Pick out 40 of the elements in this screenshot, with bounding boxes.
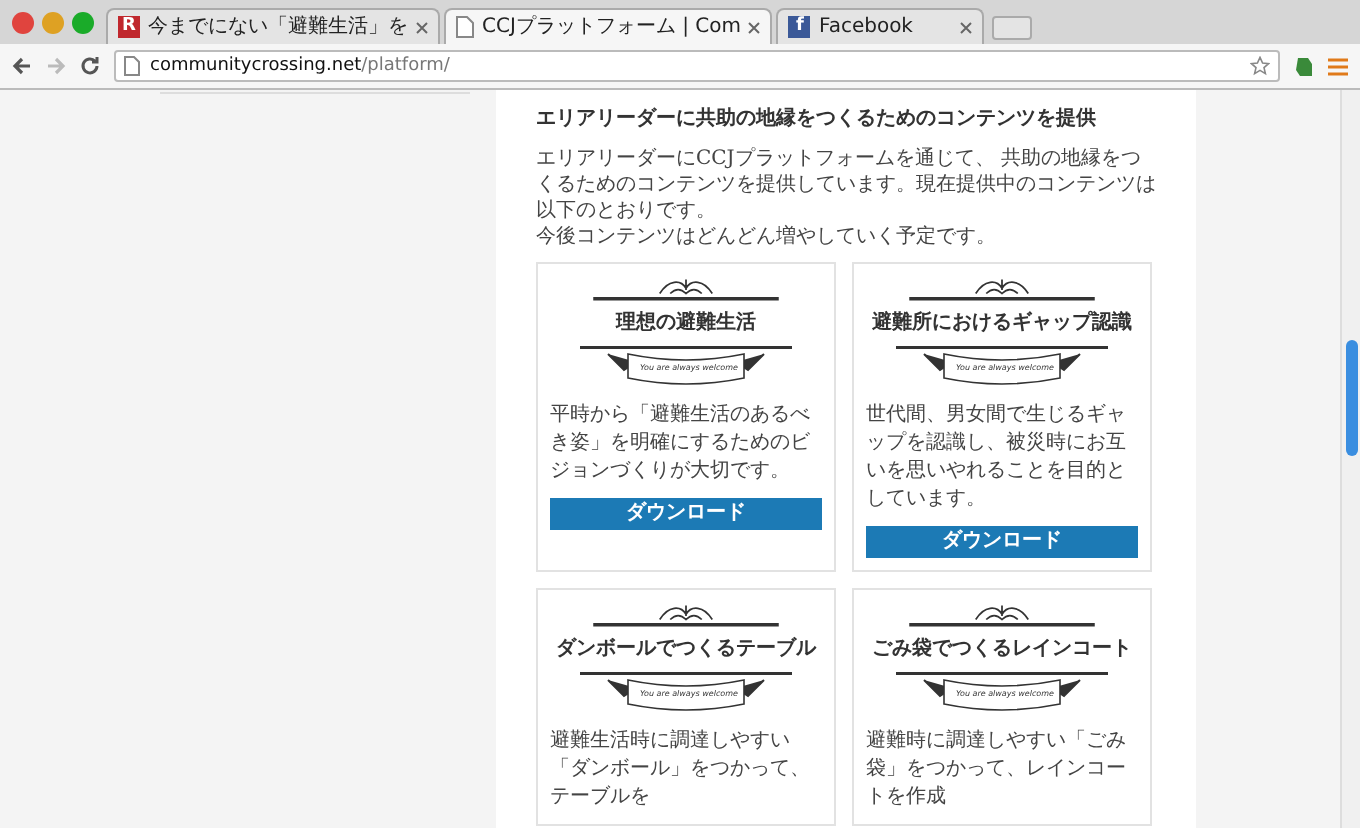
close-tab-icon[interactable]: [416, 21, 428, 33]
reload-icon[interactable]: [80, 56, 100, 76]
card-title: ごみ袋でつくるレインコート: [872, 635, 1132, 664]
page-icon: [124, 56, 140, 76]
card-title: 避難所におけるギャップ認識: [872, 308, 1132, 338]
intro-text: 今後コンテンツはどんどん増やしていく予定です。: [536, 224, 998, 250]
browser-tab[interactable]: R 今までにない「避難生活」を: [106, 8, 440, 44]
download-button[interactable]: ダウンロード: [866, 526, 1138, 558]
download-button[interactable]: ダウンロード: [550, 498, 822, 530]
site-favicon-icon: R: [118, 16, 140, 38]
new-tab-button[interactable]: [992, 16, 1033, 40]
address-bar[interactable]: communitycrossing.net/platform/: [114, 50, 1280, 82]
menu-icon[interactable]: [1328, 57, 1348, 75]
tab-title: 今までにない「避難生活」を: [148, 17, 408, 37]
url-text: communitycrossing.net/platform/: [150, 57, 450, 75]
maximize-window-icon[interactable]: [72, 11, 94, 33]
back-arrow-icon[interactable]: [12, 56, 32, 76]
extension-icon[interactable]: [1294, 55, 1314, 77]
card-description: 世代間、男女間で生じるギャップを認識し、被災時にお互いを思いやれることを目的としています。: [866, 402, 1128, 514]
close-tab-icon[interactable]: [748, 21, 761, 33]
tab-title: Facebook: [818, 17, 915, 37]
scrollbar[interactable]: [1340, 90, 1360, 828]
section-heading: エリアリーダーに共助の地縁をつくるためのコンテンツを提供: [536, 106, 1098, 134]
card-title: 理想の避難生活: [616, 309, 756, 338]
star-icon[interactable]: [1250, 56, 1270, 76]
page-icon: [456, 16, 474, 38]
tab-title: CCJプラットフォーム | Com: [482, 17, 741, 37]
card-description: 避難時に調達しやすい「ごみ袋」をつかって、レインコートを作成: [866, 728, 1128, 812]
card-description: 平時から「避難生活のあるべき姿」を明確にするためのビジョンづくりが大切です。: [550, 402, 812, 486]
card-description: 避難生活時に調達しやすい「ダンボール」をつかって、テーブルを: [550, 728, 812, 812]
intro-text: エリアリーダーにCCJプラットフォームを通じて、 共助の地縁をつくるためのコンテンツを提供しています。現在提供中のコンテンツは以下のとおりです。: [536, 146, 1156, 224]
close-tab-icon[interactable]: [960, 21, 973, 33]
site-favicon-icon: f: [788, 16, 811, 38]
forward-arrow-icon[interactable]: [46, 56, 66, 76]
minimize-window-icon[interactable]: [42, 11, 64, 33]
scrollbar-thumb[interactable]: [1345, 340, 1357, 456]
card-title: ダンボールでつくるテーブル: [556, 635, 816, 664]
browser-tab[interactable]: f Facebook: [776, 8, 985, 44]
browser-tab[interactable]: CCJプラットフォーム | Com: [444, 8, 773, 44]
close-window-icon[interactable]: [12, 11, 34, 33]
